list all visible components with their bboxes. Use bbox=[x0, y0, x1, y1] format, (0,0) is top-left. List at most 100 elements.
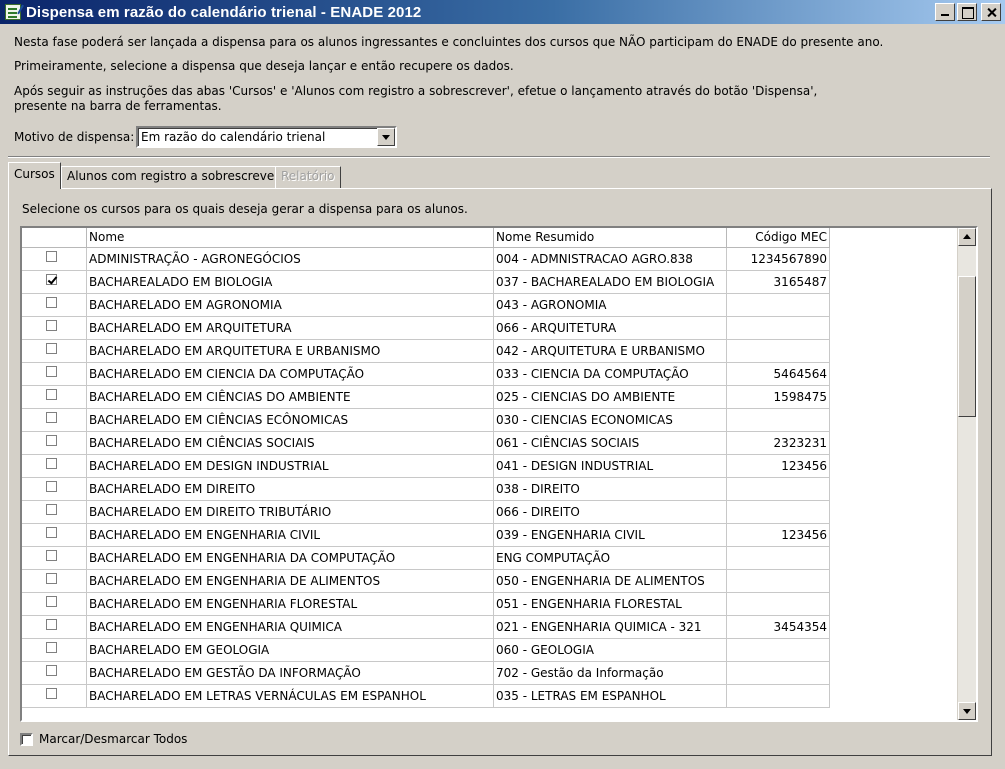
cell-nome[interactable]: BACHARELADO EM CIENCIA DA COMPUTAÇÃO bbox=[87, 363, 494, 386]
table-row[interactable]: BACHARELADO EM ARQUITETURA 066 - ARQUITET… bbox=[22, 317, 830, 340]
table-row[interactable]: BACHARELADO EM GEOLOGIA 060 - GEOLOGIA bbox=[22, 639, 830, 662]
row-checkbox[interactable] bbox=[46, 642, 57, 653]
cell-nome[interactable]: BACHARELADO EM DIREITO TRIBUTÁRIO bbox=[87, 501, 494, 524]
chevron-down-icon[interactable] bbox=[377, 128, 395, 146]
row-checkbox[interactable] bbox=[46, 504, 57, 515]
row-checkbox[interactable] bbox=[46, 458, 57, 469]
cell-nome[interactable]: BACHARELADO EM ENGENHARIA QUIMICA bbox=[87, 616, 494, 639]
row-checkbox[interactable] bbox=[46, 550, 57, 561]
motivo-select[interactable]: Em razão do calendário trienal bbox=[136, 126, 397, 148]
cell-codigo-mec[interactable] bbox=[727, 340, 830, 363]
cell-codigo-mec[interactable] bbox=[727, 409, 830, 432]
column-header-nome-resumido[interactable]: Nome Resumido bbox=[494, 228, 727, 248]
cell-nome-resumido[interactable]: 061 - CIÊNCIAS SOCIAIS bbox=[494, 432, 727, 455]
table-row[interactable]: ADMINISTRAÇÃO - AGRONEGÓCIOS 004 - ADMNIS… bbox=[22, 248, 830, 271]
table-row[interactable]: BACHARELADO EM ENGENHARIA FLORESTAL 051 -… bbox=[22, 593, 830, 616]
row-checkbox[interactable] bbox=[46, 366, 57, 377]
cell-codigo-mec[interactable] bbox=[727, 501, 830, 524]
row-checkbox[interactable] bbox=[46, 527, 57, 538]
table-row[interactable]: BACHARELADO EM ENGENHARIA DA COMPUTAÇÃO E… bbox=[22, 547, 830, 570]
table-row[interactable]: BACHARELADO EM DESIGN INDUSTRIAL 041 - DE… bbox=[22, 455, 830, 478]
scroll-down-icon[interactable] bbox=[958, 702, 976, 720]
table-row[interactable]: BACHARELADO EM ARQUITETURA E URBANISMO 04… bbox=[22, 340, 830, 363]
cell-nome[interactable]: BACHARELADO EM CIÊNCIAS ECÔNOMICAS bbox=[87, 409, 494, 432]
cell-codigo-mec[interactable]: 123456 bbox=[727, 455, 830, 478]
cell-nome[interactable]: BACHARELADO EM ENGENHARIA DE ALIMENTOS bbox=[87, 570, 494, 593]
cell-nome[interactable]: BACHARELADO EM AGRONOMIA bbox=[87, 294, 494, 317]
cell-nome-resumido[interactable]: 039 - ENGENHARIA CIVIL bbox=[494, 524, 727, 547]
cell-nome-resumido[interactable]: 037 - BACHAREALADO EM BIOLOGIA bbox=[494, 271, 727, 294]
cell-nome[interactable]: BACHARELADO EM ARQUITETURA E URBANISMO bbox=[87, 340, 494, 363]
vertical-scrollbar[interactable] bbox=[957, 228, 976, 720]
cell-nome-resumido[interactable]: 033 - CIENCIA DA COMPUTAÇÃO bbox=[494, 363, 727, 386]
cell-nome[interactable]: BACHARELADO EM ENGENHARIA CIVIL bbox=[87, 524, 494, 547]
cell-nome-resumido[interactable]: 030 - CIENCIAS ECONOMICAS bbox=[494, 409, 727, 432]
cell-nome[interactable]: ADMINISTRAÇÃO - AGRONEGÓCIOS bbox=[87, 248, 494, 271]
column-header-select[interactable] bbox=[22, 228, 87, 248]
cell-nome-resumido[interactable]: 060 - GEOLOGIA bbox=[494, 639, 727, 662]
cell-nome[interactable]: BACHAREALADO EM BIOLOGIA bbox=[87, 271, 494, 294]
table-row[interactable]: BACHARELADO EM CIÊNCIAS DO AMBIENTE 025 -… bbox=[22, 386, 830, 409]
scroll-up-icon[interactable] bbox=[958, 228, 976, 246]
table-row[interactable]: BACHARELADO EM LETRAS VERNÁCULAS EM ESPA… bbox=[22, 685, 830, 708]
row-checkbox[interactable] bbox=[46, 573, 57, 584]
cell-nome-resumido[interactable]: ENG COMPUTAÇÃO bbox=[494, 547, 727, 570]
scroll-thumb[interactable] bbox=[958, 276, 976, 417]
cell-codigo-mec[interactable]: 1234567890 bbox=[727, 248, 830, 271]
close-button[interactable] bbox=[981, 3, 1001, 21]
tab-alunos-sobrescrever[interactable]: Alunos com registro a sobrescrever bbox=[61, 166, 286, 188]
cell-nome[interactable]: BACHARELADO EM CIÊNCIAS DO AMBIENTE bbox=[87, 386, 494, 409]
row-checkbox[interactable] bbox=[46, 619, 57, 630]
table-row[interactable]: BACHAREALADO EM BIOLOGIA 037 - BACHAREALA… bbox=[22, 271, 830, 294]
cell-nome-resumido[interactable]: 021 - ENGENHARIA QUIMICA - 321 bbox=[494, 616, 727, 639]
cell-nome[interactable]: BACHARELADO EM GESTÃO DA INFORMAÇÃO bbox=[87, 662, 494, 685]
row-checkbox[interactable] bbox=[46, 596, 57, 607]
cell-nome[interactable]: BACHARELADO EM DESIGN INDUSTRIAL bbox=[87, 455, 494, 478]
column-header-nome[interactable]: Nome bbox=[87, 228, 494, 248]
cell-nome[interactable]: BACHARELADO EM ENGENHARIA DA COMPUTAÇÃO bbox=[87, 547, 494, 570]
tab-cursos[interactable]: Cursos bbox=[8, 162, 61, 189]
row-checkbox[interactable] bbox=[46, 274, 57, 285]
table-row[interactable]: BACHARELADO EM DIREITO 038 - DIREITO bbox=[22, 478, 830, 501]
mark-all-checkbox[interactable]: Marcar/Desmarcar Todos bbox=[20, 732, 187, 746]
table-row[interactable]: BACHARELADO EM CIÊNCIAS ECÔNOMICAS 030 - … bbox=[22, 409, 830, 432]
column-header-codigo-mec[interactable]: Código MEC bbox=[727, 228, 830, 248]
cell-nome[interactable]: BACHARELADO EM DIREITO bbox=[87, 478, 494, 501]
row-checkbox[interactable] bbox=[46, 435, 57, 446]
checkbox-box[interactable] bbox=[20, 732, 33, 746]
cell-nome-resumido[interactable]: 066 - DIREITO bbox=[494, 501, 727, 524]
row-checkbox[interactable] bbox=[46, 389, 57, 400]
cell-codigo-mec[interactable] bbox=[727, 317, 830, 340]
courses-grid[interactable]: Nome Nome Resumido Código MEC ADMINISTRA… bbox=[20, 226, 978, 722]
cell-nome-resumido[interactable]: 004 - ADMNISTRACAO AGRO.838 bbox=[494, 248, 727, 271]
cell-nome-resumido[interactable]: 042 - ARQUITETURA E URBANISMO bbox=[494, 340, 727, 363]
cell-codigo-mec[interactable] bbox=[727, 547, 830, 570]
row-checkbox[interactable] bbox=[46, 481, 57, 492]
cell-codigo-mec[interactable] bbox=[727, 685, 830, 708]
cell-codigo-mec[interactable]: 1598475 bbox=[727, 386, 830, 409]
row-checkbox[interactable] bbox=[46, 412, 57, 423]
cell-codigo-mec[interactable] bbox=[727, 478, 830, 501]
cell-nome[interactable]: BACHARELADO EM LETRAS VERNÁCULAS EM ESPA… bbox=[87, 685, 494, 708]
row-checkbox[interactable] bbox=[46, 343, 57, 354]
cell-nome-resumido[interactable]: 066 - ARQUITETURA bbox=[494, 317, 727, 340]
cell-nome-resumido[interactable]: 051 - ENGENHARIA FLORESTAL bbox=[494, 593, 727, 616]
cell-codigo-mec[interactable]: 2323231 bbox=[727, 432, 830, 455]
cell-nome[interactable]: BACHARELADO EM CIÊNCIAS SOCIAIS bbox=[87, 432, 494, 455]
table-row[interactable]: BACHARELADO EM AGRONOMIA 043 - AGRONOMIA bbox=[22, 294, 830, 317]
table-row[interactable]: BACHARELADO EM CIENCIA DA COMPUTAÇÃO 033 … bbox=[22, 363, 830, 386]
cell-codigo-mec[interactable]: 5464564 bbox=[727, 363, 830, 386]
table-row[interactable]: BACHARELADO EM GESTÃO DA INFORMAÇÃO 702 -… bbox=[22, 662, 830, 685]
cell-codigo-mec[interactable] bbox=[727, 639, 830, 662]
row-checkbox[interactable] bbox=[46, 688, 57, 699]
table-row[interactable]: BACHARELADO EM ENGENHARIA DE ALIMENTOS 05… bbox=[22, 570, 830, 593]
minimize-button[interactable] bbox=[935, 3, 955, 21]
cell-nome-resumido[interactable]: 035 - LETRAS EM ESPANHOL bbox=[494, 685, 727, 708]
cell-nome[interactable]: BACHARELADO EM GEOLOGIA bbox=[87, 639, 494, 662]
cell-codigo-mec[interactable]: 123456 bbox=[727, 524, 830, 547]
cell-nome-resumido[interactable]: 025 - CIENCIAS DO AMBIENTE bbox=[494, 386, 727, 409]
cell-nome-resumido[interactable]: 043 - AGRONOMIA bbox=[494, 294, 727, 317]
cell-codigo-mec[interactable] bbox=[727, 570, 830, 593]
cell-nome-resumido[interactable]: 050 - ENGENHARIA DE ALIMENTOS bbox=[494, 570, 727, 593]
cell-nome-resumido[interactable]: 041 - DESIGN INDUSTRIAL bbox=[494, 455, 727, 478]
